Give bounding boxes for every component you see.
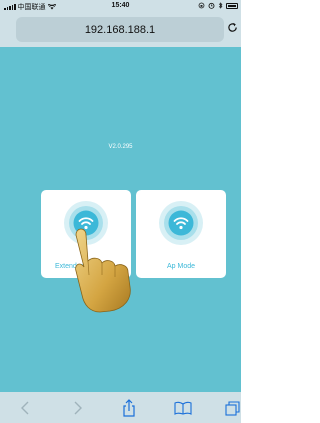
bluetooth-icon <box>218 2 223 9</box>
bookmarks-icon[interactable] <box>173 398 193 418</box>
browser-toolbar <box>0 392 241 423</box>
address-text: 192.168.188.1 <box>84 23 156 36</box>
page-content: V2.0.295 Extender Ap Mode <box>0 47 241 392</box>
version-label: V2.0.295 <box>108 144 133 150</box>
status-right <box>198 2 238 9</box>
tabs-icon[interactable] <box>223 398 241 418</box>
phone-screen: 中国联通 15:40 192.168.188.1 V2.0.295 Extend… <box>0 0 241 423</box>
extender-mode-card[interactable]: Extender <box>41 190 131 278</box>
wifi-icon <box>64 201 108 245</box>
reload-icon[interactable] <box>226 22 238 36</box>
ap-mode-card[interactable]: Ap Mode <box>136 190 226 278</box>
wifi-icon <box>159 201 203 245</box>
ap-mode-label: Ap Mode <box>166 263 196 270</box>
browser-address-area: 192.168.188.1 <box>0 13 241 47</box>
back-icon[interactable] <box>15 398 35 418</box>
address-bar[interactable]: 192.168.188.1 <box>16 17 224 42</box>
status-bar: 中国联通 15:40 <box>0 0 241 13</box>
extender-mode-label: Extender <box>55 263 84 270</box>
battery-icon <box>226 2 238 9</box>
alarm-icon <box>208 2 215 9</box>
share-icon[interactable] <box>119 398 139 418</box>
forward-icon[interactable] <box>68 398 88 418</box>
rotation-lock-icon <box>198 2 205 9</box>
